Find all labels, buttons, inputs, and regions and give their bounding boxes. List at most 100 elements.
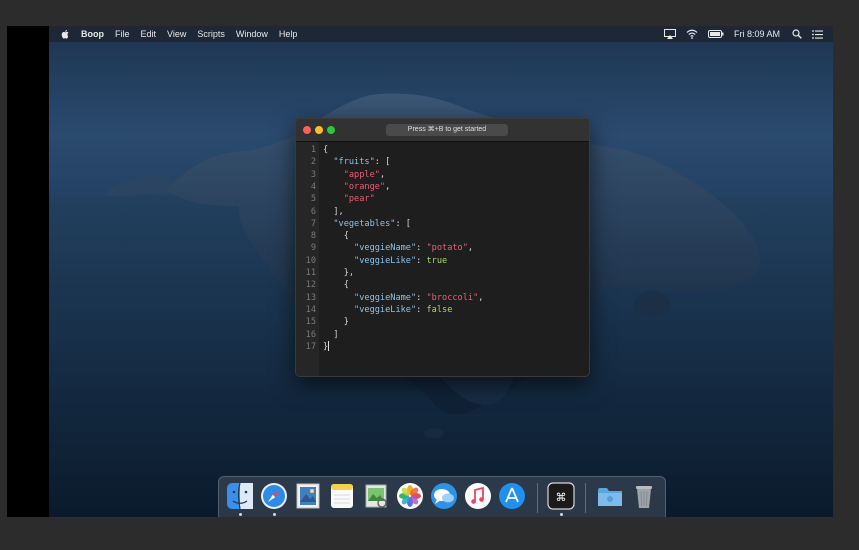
code-text: } (323, 316, 349, 328)
preview-icon[interactable] (362, 482, 390, 510)
notification-center-icon[interactable] (812, 29, 823, 39)
app-menu-boop[interactable]: Boop (81, 29, 104, 39)
menu-file[interactable]: File (115, 29, 130, 39)
code-token: { (323, 231, 349, 242)
code-token: ], (323, 206, 344, 217)
battery-icon[interactable] (707, 30, 724, 38)
boop-window: Press ⌘+B to get started 1{2 "fruits": [… (295, 118, 590, 377)
line-number: 16 (305, 329, 316, 340)
line-number: 10 (305, 255, 316, 266)
line-number: 14 (305, 304, 316, 315)
code-text: "pear" (323, 193, 375, 205)
code-token: : [ (395, 218, 411, 229)
text-caret (328, 341, 330, 352)
code-token: { (323, 280, 349, 291)
menu-edit[interactable]: Edit (141, 29, 157, 39)
window-titlebar[interactable]: Press ⌘+B to get started (296, 119, 589, 142)
line-number: 6 (310, 206, 316, 217)
app-store-icon[interactable] (498, 482, 526, 510)
line-number: 1 (310, 145, 316, 155)
code-text: "veggieName": "potato", (323, 242, 473, 254)
spotlight-search-icon[interactable] (792, 29, 802, 39)
airplay-icon[interactable] (663, 29, 676, 39)
line-number: 9 (310, 243, 316, 254)
code-text: "veggieLike": false (323, 304, 452, 316)
line-number: 5 (310, 194, 316, 205)
code-token: }, (323, 268, 355, 278)
code-text: "veggieLike": true (323, 255, 447, 267)
code-token: : (416, 292, 427, 303)
boop-icon[interactable]: ⌘ (547, 482, 575, 510)
code-token: } (323, 317, 349, 328)
dock-separator (585, 483, 586, 513)
menu-view[interactable]: View (167, 29, 186, 39)
music-icon[interactable] (464, 482, 492, 510)
code-text: ], (323, 206, 344, 218)
wifi-icon[interactable] (686, 29, 698, 39)
finder-icon[interactable] (226, 482, 254, 510)
messages-icon[interactable] (430, 482, 458, 510)
code-token: , (385, 181, 391, 192)
line-number: 17 (305, 341, 316, 352)
code-token: "orange" (343, 181, 386, 192)
code-token: "pear" (343, 194, 375, 205)
line-number: 2 (310, 157, 316, 168)
photos-icon[interactable] (396, 482, 424, 510)
close-window-button[interactable] (303, 126, 311, 134)
line-number: 11 (305, 268, 316, 278)
code-text: "orange", (323, 181, 391, 193)
svg-text:⌘: ⌘ (556, 491, 567, 504)
code-text: } (323, 341, 330, 353)
running-indicator (560, 513, 563, 516)
code-token: , (379, 169, 386, 180)
mail-icon[interactable] (294, 482, 322, 510)
menu-help[interactable]: Help (279, 29, 298, 39)
code-token: "potato" (426, 243, 468, 254)
zoom-window-button[interactable] (327, 126, 335, 134)
code-token: { (323, 145, 329, 155)
code-text: { (323, 230, 349, 242)
code-token: "veggieLike" (354, 304, 417, 315)
safari-icon[interactable] (260, 482, 288, 510)
apple-logo-icon[interactable] (61, 29, 70, 39)
menu-window[interactable]: Window (236, 29, 268, 39)
line-number: 8 (310, 231, 316, 242)
code-text: "apple", (323, 169, 385, 181)
code-editor[interactable]: 1{2 "fruits": [3 "apple", 4 "orange", 5 "p… (296, 142, 589, 376)
code-token: "vegetables" (333, 218, 396, 229)
running-indicator (239, 513, 242, 516)
code-token: "apple" (343, 169, 380, 180)
code-token: "fruits" (333, 157, 375, 168)
notes-icon[interactable] (328, 482, 356, 510)
code-token: "veggieLike" (354, 255, 417, 266)
code-token: : (416, 304, 427, 315)
line-number: 12 (305, 280, 316, 291)
menubar-clock[interactable]: Fri 8:09 AM (734, 29, 780, 39)
code-token: , (467, 243, 474, 254)
code-token: , (478, 292, 484, 303)
code-token: false (426, 304, 453, 315)
code-token: "veggieName" (354, 243, 417, 254)
code-token: ] (323, 329, 339, 340)
line-number: 15 (305, 317, 316, 328)
trash-icon[interactable] (630, 482, 658, 510)
code-text: ] (323, 329, 339, 341)
screen: Boop File Edit View Scripts Window Help … (7, 26, 833, 517)
code-token: : (416, 243, 427, 254)
line-number: 13 (305, 292, 316, 303)
code-token: : [ (374, 157, 391, 168)
menu-scripts[interactable]: Scripts (197, 29, 225, 39)
minimize-window-button[interactable] (315, 126, 323, 134)
dock: ⌘ (218, 476, 666, 517)
code-token: true (426, 255, 448, 266)
line-number: 7 (310, 218, 316, 229)
folder-icon[interactable] (596, 482, 624, 510)
code-text: "fruits": [ (323, 156, 390, 168)
command-bar[interactable]: Press ⌘+B to get started (386, 124, 508, 136)
